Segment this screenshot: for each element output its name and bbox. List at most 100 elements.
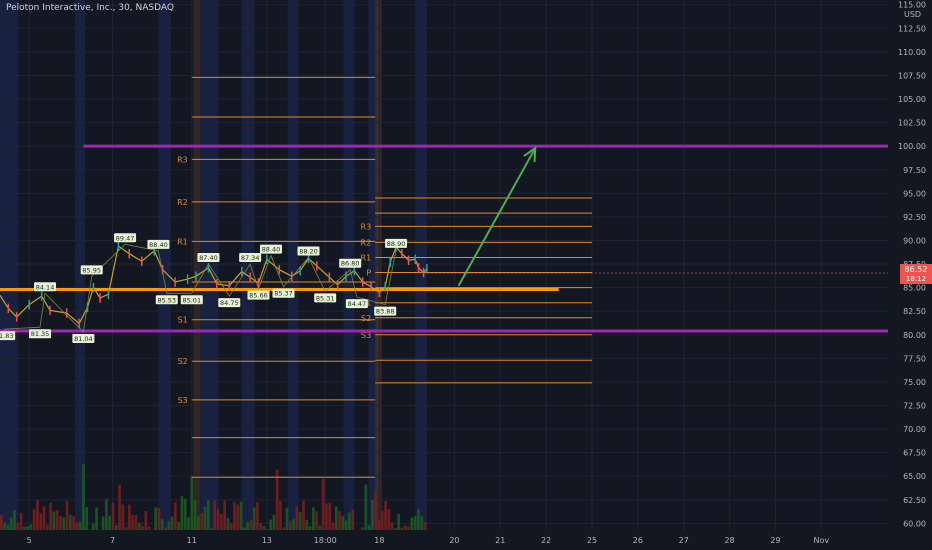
volume-bar [285, 507, 289, 530]
price-axis-label: 80.00 [903, 331, 926, 340]
volume-bar [180, 496, 184, 530]
volume-bar [174, 502, 177, 530]
volume-bar [351, 509, 355, 530]
volume-bar [239, 501, 243, 530]
volume-bar [311, 507, 315, 530]
time-axis-label: 18:00 [314, 536, 337, 545]
time-axis-label: 27 [679, 536, 689, 545]
volume-bar [111, 502, 115, 530]
time-axis-label: 5 [27, 536, 32, 545]
volume-bar [131, 514, 135, 530]
volume-bar [292, 519, 295, 530]
volume-bar [243, 527, 246, 530]
volume-bar [203, 507, 207, 530]
volume-bar [423, 522, 427, 530]
price-axis-label: 77.50 [903, 354, 926, 363]
swing-label: 85.31 [314, 293, 337, 303]
volume-bar [223, 500, 226, 530]
volume-bar [36, 499, 39, 530]
volume-bar [160, 519, 164, 530]
price-axis-label: 105.00 [898, 95, 926, 104]
volume-bar [121, 504, 125, 530]
volume-bar [279, 501, 282, 530]
price-axis-label: 95.00 [903, 189, 926, 198]
volume-bar [95, 507, 98, 530]
pivot-label: R2 [361, 238, 372, 247]
volume-bar [187, 517, 190, 530]
swing-label: 84.14 [34, 282, 57, 292]
volume-bar [16, 522, 20, 530]
volume-bar [170, 516, 174, 530]
time-axis-label: 28 [724, 536, 734, 545]
price-axis-label: 102.50 [898, 119, 926, 128]
volume-bar [68, 514, 72, 530]
session-band [287, 0, 299, 530]
volume-bar [177, 521, 181, 530]
volume-bar [394, 528, 397, 530]
session-band [0, 0, 19, 530]
volume-bar [272, 514, 276, 530]
volume-bar [42, 506, 46, 530]
volume-bar [144, 510, 148, 530]
price-axis-label: 92.50 [903, 213, 926, 222]
pivot-label: S3 [178, 396, 188, 405]
price-axis-label: 82.50 [903, 307, 926, 316]
swing-label-text: 81.04 [74, 335, 93, 343]
swing-label-text: 85.66 [249, 292, 268, 300]
volume-bar [341, 515, 345, 530]
pivot-label: P [366, 269, 371, 278]
volume-bar [236, 504, 240, 530]
volume-bar [78, 521, 82, 530]
price-axis-label: 85.00 [903, 284, 926, 293]
swing-label-text: 84.47 [348, 300, 367, 308]
volume-bar [390, 522, 394, 530]
volume-bar [374, 491, 378, 530]
volume-bar [252, 507, 256, 530]
volume-bar [75, 522, 79, 530]
volume-bar [216, 509, 220, 530]
volume-bar [167, 520, 171, 530]
swing-label-text: 81.83 [0, 332, 13, 340]
volume-bar [249, 519, 253, 530]
volume-bar [137, 522, 141, 530]
volume-bar [13, 509, 16, 530]
volume-bar [108, 515, 112, 530]
swing-label: 89.47 [114, 233, 137, 243]
volume-bar [298, 512, 302, 530]
price-chart[interactable]: R3R2R1S1S2S3R3R2R1PS1S2S3 81.8381.3584.1… [0, 0, 932, 550]
volume-bar [380, 510, 384, 530]
swing-label: 85.37 [272, 288, 295, 298]
volume-bar [164, 527, 167, 530]
volume-bar [52, 511, 56, 530]
price-axis-label: 60.00 [903, 519, 926, 528]
session-band [241, 0, 255, 530]
swing-label-text: 81.35 [31, 330, 50, 338]
time-axis[interactable]: 5 7 11 13 18:00 18 20 21 22 25 26 27 28 29 Nov [0, 530, 932, 550]
volume-bar [197, 516, 200, 530]
swing-label: 81.04 [72, 333, 95, 343]
price-axis-label: 100.00 [898, 142, 926, 151]
swing-label: 81.35 [29, 329, 52, 339]
volume-bar [269, 519, 272, 530]
price-axis-label: 115.00 [898, 1, 926, 10]
volume-bar [45, 524, 49, 530]
volume-bar [308, 526, 312, 530]
volume-bar [62, 517, 66, 530]
volume-bar [105, 498, 108, 530]
swing-label: 81.83 [0, 331, 16, 340]
volume-bar [59, 516, 62, 530]
swing-label-text: 85.31 [316, 294, 335, 302]
volume-bar [315, 511, 318, 530]
volume-bar [32, 509, 36, 530]
volume-bar [420, 515, 424, 530]
price-axis-label: 67.50 [903, 449, 926, 458]
session-band [75, 0, 86, 530]
swing-label: 88.40 [259, 244, 282, 254]
pivot-label: R3 [361, 222, 372, 231]
swing-label: 88.40 [147, 239, 170, 249]
volume-bar [413, 515, 417, 530]
swing-label: 84.75 [218, 298, 241, 308]
volume-bar [377, 520, 381, 530]
volume-bar [82, 464, 85, 530]
last-price-value: 86.52 [905, 265, 928, 274]
